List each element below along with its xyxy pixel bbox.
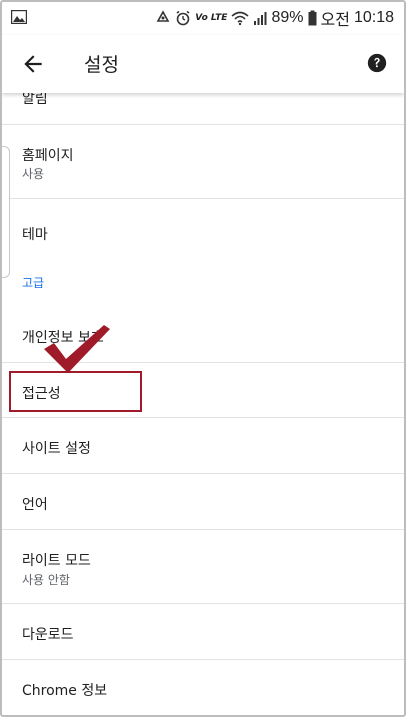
back-arrow-icon[interactable]: [20, 51, 46, 77]
clock-time: 10:18: [353, 9, 394, 26]
status-icons: Vo LTE 89% 오전 10:18: [155, 7, 394, 29]
setting-row-accessibility[interactable]: 접근성: [2, 363, 404, 418]
battery-icon: [308, 10, 316, 26]
setting-row-lite-mode[interactable]: 라이트 모드 사용 안함: [2, 530, 404, 604]
app-toolbar: 설정: [2, 35, 404, 93]
setting-title: 사이트 설정: [22, 441, 91, 457]
alarm-icon: [176, 10, 190, 26]
setting-row-language[interactable]: 언어: [2, 474, 404, 530]
battery-percent: 89%: [271, 9, 304, 26]
setting-row-theme[interactable]: 테마: [2, 199, 404, 259]
recycle-icon: [156, 10, 170, 22]
gallery-notification-icon: [11, 10, 27, 24]
setting-title: 개인정보 보호: [22, 330, 104, 346]
setting-title: 언어: [22, 497, 48, 513]
setting-row-downloads[interactable]: 다운로드: [2, 604, 404, 660]
edge-panel-handle[interactable]: [2, 146, 10, 278]
signal-icon: [254, 12, 267, 25]
status-bar: Vo LTE 89% 오전 10:18: [2, 2, 404, 35]
setting-row-site-settings[interactable]: 사이트 설정: [2, 418, 404, 474]
setting-title: 테마: [22, 227, 48, 243]
setting-title: 라이트 모드: [22, 553, 91, 569]
setting-row-notifications[interactable]: 알림: [2, 91, 404, 125]
wifi-icon: [231, 11, 249, 26]
page-title: 설정: [84, 54, 119, 76]
setting-row-about-chrome[interactable]: Chrome 정보: [2, 660, 404, 715]
setting-title: Chrome 정보: [22, 683, 108, 699]
setting-title: 다운로드: [22, 627, 74, 643]
setting-subtitle: 사용 안함: [22, 573, 70, 587]
help-icon[interactable]: [366, 52, 388, 74]
time-ampm: 오전: [320, 12, 350, 29]
volte-indicator: Vo LTE: [195, 13, 228, 23]
setting-row-privacy[interactable]: 개인정보 보호: [2, 307, 404, 363]
section-header-advanced: 고급: [22, 276, 45, 290]
setting-subtitle: 사용: [22, 167, 45, 181]
phone-frame: Vo LTE 89% 오전 10:18 설정 알림 홈페이지 사용 테마 고급 …: [0, 0, 406, 717]
setting-row-homepage[interactable]: 홈페이지 사용: [2, 125, 404, 199]
setting-title: 접근성: [22, 386, 61, 402]
setting-title: 홈페이지: [22, 148, 74, 164]
